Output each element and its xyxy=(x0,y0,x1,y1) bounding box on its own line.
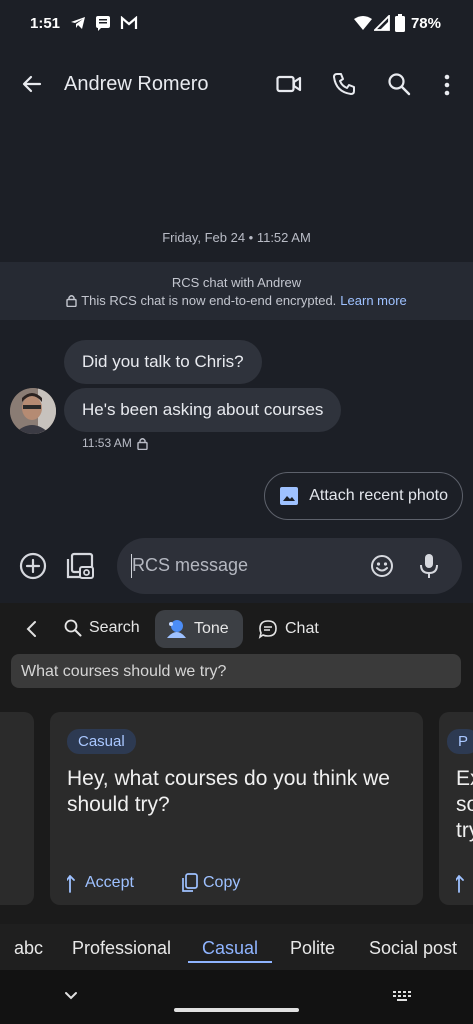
phone-call-icon[interactable] xyxy=(332,72,356,96)
tab-social-post[interactable]: Social post xyxy=(369,938,457,959)
gmail-icon xyxy=(120,16,138,30)
lock-icon xyxy=(66,294,77,307)
tone-chip: Casual xyxy=(67,729,136,754)
attach-recent-photo-button[interactable]: Attach recent photo xyxy=(264,472,463,520)
toolbar-search-label: Search xyxy=(89,619,140,636)
avatar[interactable] xyxy=(10,388,56,434)
video-call-icon[interactable] xyxy=(276,73,302,95)
accept-label: Accept xyxy=(85,874,134,891)
attach-label: Attach recent photo xyxy=(309,487,448,504)
chat-bubble-icon xyxy=(258,619,278,639)
status-time: 1:51 xyxy=(30,15,61,32)
date-separator: Friday, Feb 24 • 11:52 AM xyxy=(162,230,311,245)
arrow-up-icon xyxy=(67,873,81,893)
toolbar-tone-label: Tone xyxy=(194,620,229,637)
suggestion-text-line: so xyxy=(456,793,473,816)
rcs-encryption-note: This RCS chat is now end-to-end encrypte… xyxy=(81,293,337,308)
search-icon xyxy=(64,619,82,637)
message-input[interactable]: RCS message xyxy=(117,538,462,594)
search-icon[interactable] xyxy=(387,72,411,96)
toolbar-search-button[interactable]: Search xyxy=(64,619,140,637)
chevron-left-icon[interactable] xyxy=(25,620,39,638)
tab-professional[interactable]: Professional xyxy=(72,938,171,959)
telegram-icon xyxy=(70,16,86,30)
battery-percent: 78% xyxy=(410,15,441,32)
tab-polite[interactable]: Polite xyxy=(290,938,335,959)
tone-query-field[interactable]: What courses should we try? xyxy=(11,654,461,688)
learn-more-link[interactable]: Learn more xyxy=(340,293,406,308)
back-arrow-icon[interactable] xyxy=(20,72,44,96)
home-gesture-handle[interactable] xyxy=(174,1008,299,1012)
battery-icon xyxy=(395,14,405,32)
arrow-up-icon xyxy=(456,873,470,893)
collapse-keyboard-icon[interactable] xyxy=(64,991,78,1001)
tone-query-text: What courses should we try? xyxy=(21,663,227,680)
message-time: 11:53 AM xyxy=(82,436,132,450)
lock-icon xyxy=(137,437,148,450)
incoming-message-bubble[interactable]: He's been asking about courses xyxy=(64,388,342,432)
copy-icon xyxy=(181,873,199,893)
wifi-icon xyxy=(354,15,372,31)
toolbar-chat-label: Chat xyxy=(285,620,319,637)
active-tab-indicator xyxy=(188,961,272,963)
message-notification-icon xyxy=(95,15,111,31)
suggestion-card[interactable]: Casual Hey, what courses do you think we… xyxy=(50,712,423,905)
tab-casual[interactable]: Casual xyxy=(202,938,258,959)
accept-button[interactable]: Accept xyxy=(67,873,134,893)
suggestion-text: Hey, what courses do you think we should… xyxy=(67,767,390,816)
message-placeholder: RCS message xyxy=(132,555,249,575)
suggestion-text-line: Ex xyxy=(456,767,473,790)
cell-signal-icon xyxy=(374,15,390,31)
image-icon xyxy=(279,486,299,506)
previous-suggestion-card[interactable] xyxy=(0,712,34,905)
add-attachment-icon[interactable] xyxy=(19,552,47,580)
tone-sparkle-icon xyxy=(165,618,187,640)
gallery-icon[interactable] xyxy=(66,551,96,581)
more-options-icon[interactable] xyxy=(443,73,451,97)
contact-name[interactable]: Andrew Romero xyxy=(64,73,209,96)
toolbar-tone-button[interactable]: Tone xyxy=(155,610,243,648)
microphone-icon[interactable] xyxy=(420,553,438,579)
rcs-title: RCS chat with Andrew xyxy=(171,275,302,290)
suggestion-text-line: try xyxy=(456,819,473,842)
tab-abc[interactable]: abc xyxy=(14,938,43,959)
tone-chip: P xyxy=(447,729,473,754)
rcs-encryption-banner: RCS chat with Andrew This RCS chat is no… xyxy=(0,262,473,320)
copy-label: Copy xyxy=(203,874,241,891)
copy-button[interactable]: Copy xyxy=(181,873,240,893)
status-bar: 1:51 78% xyxy=(0,0,473,46)
tone-tabs: abc Professional Casual Polite Social po… xyxy=(0,924,473,970)
incoming-message-bubble[interactable]: Did you talk to Chris? xyxy=(64,340,262,384)
next-suggestion-card[interactable]: P Ex so try xyxy=(439,712,473,905)
emoji-icon[interactable] xyxy=(370,554,394,578)
toolbar-chat-button[interactable]: Chat xyxy=(258,619,319,639)
message-timestamp: 11:53 AM xyxy=(82,436,148,450)
keyboard-switch-icon[interactable] xyxy=(392,990,412,1002)
